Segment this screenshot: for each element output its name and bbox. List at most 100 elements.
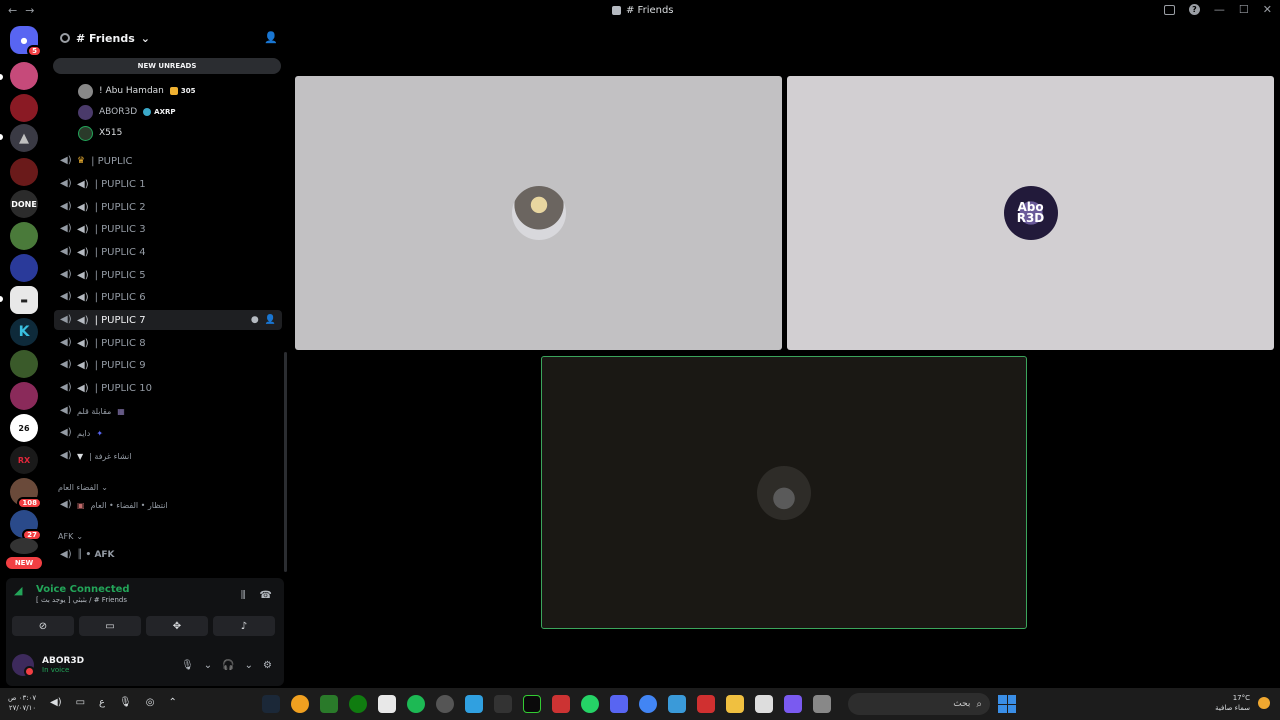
voice-user[interactable]: X515 [78,124,122,142]
clock[interactable]: ٠٣:٠٧ ص ٢٧/٠٧/١٠ [8,693,36,713]
minimize-button[interactable]: — [1214,3,1225,16]
volume-icon[interactable]: ◀) [50,697,62,708]
server-icon-friends[interactable]: ▬ [10,286,38,314]
server-icon[interactable] [10,222,38,250]
server-icon[interactable]: DONE [10,190,38,218]
server-icon[interactable] [10,350,38,378]
server-icon[interactable]: K [10,318,38,346]
voice-user[interactable]: ! Abu Hamdan 305 [78,82,196,100]
participant-tile-speaking[interactable] [541,356,1027,629]
category-header[interactable]: AFK ⌄ [58,529,83,543]
server-icon[interactable]: 108 [10,478,42,509]
headphones-icon[interactable]: 🎧 [222,660,234,671]
app-icon[interactable] [813,695,831,713]
server-icon[interactable]: 27 [10,510,42,541]
weather-widget[interactable]: 17°C سماء صافية [1215,693,1250,713]
category-header[interactable]: الفضاء العام ⌄ [58,480,108,494]
server-icon[interactable] [10,382,38,410]
server-icon[interactable]: 26 [10,414,38,442]
inbox-icon[interactable] [1163,4,1175,15]
soundboard-button[interactable]: ♪ [213,616,275,636]
voice-channel[interactable]: ◀) ▣ انتظار • الفضاء • العام [54,495,282,515]
folder-icon[interactable] [726,695,744,713]
voice-channel[interactable]: ◀) ║ • AFK [54,545,282,565]
discord-icon[interactable] [610,695,628,713]
user-info[interactable]: ABOR3D In voice [42,656,84,674]
participant-tile[interactable] [295,76,782,350]
start-button[interactable] [998,695,1016,713]
voice-channel[interactable]: ◀) ▼ | انشاء غرفة [54,446,282,466]
voice-channel[interactable]: ◀) ◀) | PUPLIC 8 [54,333,282,353]
disconnect-icon[interactable]: ☎ [260,590,272,601]
scrollbar[interactable] [284,352,287,572]
server-icon[interactable] [10,538,38,554]
app-icon[interactable] [668,695,686,713]
voice-channel[interactable]: ◀) ◀) | PUPLIC 9 [54,355,282,375]
microphone-icon[interactable]: 🎙 [181,660,194,671]
voice-connected-info[interactable]: ◢ Voice Connected [ يوجد بث ] بثبثي / # … [14,584,130,604]
voice-channel[interactable]: ◀) ♛ | PUPLIC [54,151,282,171]
server-icon[interactable] [10,254,38,282]
tray-app-icon[interactable]: ◎ [146,697,155,708]
help-icon[interactable]: ? [1188,4,1200,15]
voice-channel[interactable]: ◀) مقابلة قلم ▦ [54,401,282,421]
invite-icon[interactable]: 👤 [264,31,278,44]
avatar[interactable] [12,654,35,677]
app-icon[interactable] [436,695,454,713]
copilot-icon[interactable] [784,695,802,713]
shield-icon[interactable] [465,695,483,713]
chevron-down-icon[interactable]: ⌄ [204,660,212,671]
whatsapp-icon[interactable] [581,695,599,713]
server-icon[interactable] [10,62,38,90]
file-icon[interactable] [378,695,396,713]
taskbar-search[interactable]: بحث ⌕ [848,693,990,715]
spotify-icon[interactable] [407,695,425,713]
voice-channel[interactable]: ◀) دايم ✦ [54,423,282,443]
settings-gear-icon[interactable]: ⚙ [263,660,272,671]
new-unreads-bar[interactable]: NEW UNREADS [53,58,281,74]
browser-icon[interactable] [291,695,309,713]
home-button[interactable]: ● 5 [10,26,42,57]
network-icon[interactable]: ▭ [76,697,85,708]
xbox-app-icon[interactable] [349,695,367,713]
server-header[interactable]: # Friends ⌄ 👤 [48,22,288,54]
store-icon[interactable] [755,695,773,713]
chat-icon[interactable]: ● [251,315,259,325]
nvidia-icon[interactable] [523,695,541,713]
wps-icon[interactable] [697,695,715,713]
steam-icon[interactable] [262,695,280,713]
voice-channel[interactable]: ◀) ◀) | PUPLIC 10 [54,378,282,398]
participant-tile[interactable]: Abo R3D [787,76,1274,350]
game-icon[interactable] [552,695,570,713]
camera-off-button[interactable]: ⊘ [12,616,74,636]
voice-channel[interactable]: ◀) ◀) | PUPLIC 5 [54,265,282,285]
chrome-icon[interactable] [639,695,657,713]
xbox-icon[interactable] [320,695,338,713]
voice-channel[interactable]: ◀) ◀) | PUPLIC 1 [54,174,282,194]
chevron-down-icon[interactable]: ⌄ [245,660,253,671]
chevron-up-icon[interactable]: ⌃ [168,697,176,708]
noise-suppression-icon[interactable]: ⫼ [241,590,246,601]
screen-share-button[interactable]: ▭ [79,616,141,636]
maximize-button[interactable]: ☐ [1239,3,1249,16]
server-icon[interactable] [10,158,38,186]
logitech-icon[interactable] [494,695,512,713]
voice-channel[interactable]: ◀) ◀) | PUPLIC 2 [54,197,282,217]
activities-button[interactable]: ✥ [146,616,208,636]
voice-channel[interactable]: ◀) ◀) | PUPLIC 3 [54,219,282,239]
voice-channel[interactable]: ◀) ◀) | PUPLIC 6 [54,287,282,307]
microphone-icon[interactable]: 🎙 [119,697,132,708]
voice-channel-hovered[interactable]: ◀) ◀) | PUPLIC 7 ● 👤 [54,310,282,330]
server-icon[interactable]: ▲ [10,124,38,152]
back-arrow-icon[interactable]: ← [8,4,17,17]
voice-user[interactable]: ABOR3D AXRP [78,103,176,121]
server-icon[interactable] [10,94,38,122]
server-icon[interactable]: RX [10,446,38,474]
voice-channel[interactable]: ◀) ◀) | PUPLIC 4 [54,242,282,262]
new-unreads-badge[interactable]: NEW [6,557,42,569]
close-button[interactable]: ✕ [1263,3,1272,16]
signal-icon[interactable]: ◢ [14,584,28,598]
language-indicator[interactable]: ع [99,697,105,708]
moon-icon[interactable] [1258,697,1270,709]
invite-icon[interactable]: 👤 [265,315,276,325]
